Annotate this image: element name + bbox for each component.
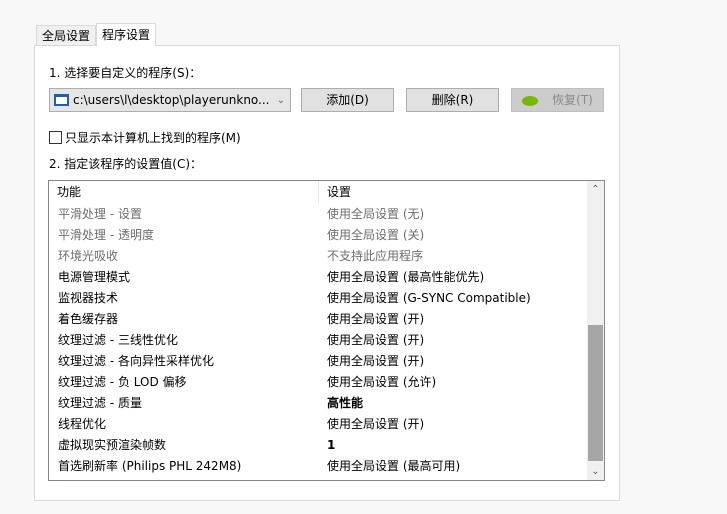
add-button[interactable]: 添加(D) xyxy=(301,88,394,112)
program-select-value: c:\users\l\desktop\playerunkno... xyxy=(73,93,270,107)
feature-cell: 平滑处理 - 设置 xyxy=(58,207,142,221)
setting-cell[interactable]: 使用全局设置 (开) xyxy=(319,351,424,372)
feature-cell: 首选刷新率 (Philips PHL 242M8) xyxy=(58,459,242,473)
setting-cell[interactable]: 使用全局设置 (开) xyxy=(319,414,424,435)
table-row[interactable]: 线程优化 使用全局设置 (开) xyxy=(49,414,604,435)
settings-table: 功能 设置 平滑处理 - 设置 使用全局设置 (无) 平滑处理 - 透明度 使用全局设… xyxy=(48,180,605,481)
vertical-scrollbar[interactable]: ⌃ ⌄ xyxy=(587,181,604,480)
table-row[interactable]: 纹理过滤 - 负 LOD 偏移 使用全局设置 (允许) xyxy=(49,372,604,393)
table-header: 功能 设置 xyxy=(49,181,604,204)
restore-button-label: 恢复(T) xyxy=(552,93,593,107)
table-row[interactable]: 监视器技术 使用全局设置 (G-SYNC Compatible) xyxy=(49,288,604,309)
table-body: 平滑处理 - 设置 使用全局设置 (无) 平滑处理 - 透明度 使用全局设置 (关) 环… xyxy=(49,204,604,477)
setting-cell[interactable]: 使用全局设置 (无) xyxy=(319,204,424,225)
setting-cell[interactable]: 使用全局设置 (最高可用) xyxy=(319,456,460,477)
feature-cell: 平滑处理 - 透明度 xyxy=(58,228,154,242)
feature-cell: 着色缓存器 xyxy=(58,312,119,326)
step2-label: 2. 指定该程序的设置值(C)： xyxy=(49,157,203,171)
remove-button[interactable]: 删除(R) xyxy=(406,88,499,112)
nvidia-icon xyxy=(522,95,539,106)
program-settings-panel: 1. 选择要自定义的程序(S)： c:\users\l\desktop\play… xyxy=(34,45,620,501)
column-header-feature[interactable]: 功能 xyxy=(49,181,319,203)
feature-cell: 电源管理模式 xyxy=(58,270,131,284)
tab-program-settings[interactable]: 程序设置 xyxy=(96,23,157,46)
scroll-up-icon[interactable]: ⌃ xyxy=(587,181,604,198)
feature-cell: 监视器技术 xyxy=(58,291,119,305)
setting-cell[interactable]: 不支持此应用程序 xyxy=(319,246,423,267)
table-row[interactable]: 纹理过滤 - 质量 高性能 xyxy=(49,393,604,414)
feature-cell: 纹理过滤 - 三线性优化 xyxy=(58,333,178,347)
feature-cell: 纹理过滤 - 负 LOD 偏移 xyxy=(58,375,187,389)
table-row[interactable]: 着色缓存器 使用全局设置 (开) xyxy=(49,309,604,330)
setting-cell[interactable]: 使用全局设置 (关) xyxy=(319,225,424,246)
restore-button[interactable]: 恢复(T) xyxy=(511,88,604,112)
scroll-down-icon[interactable]: ⌄ xyxy=(587,463,604,480)
tab-bar: 全局设置 程序设置 xyxy=(36,23,157,46)
feature-cell: 纹理过滤 - 质量 xyxy=(58,396,142,410)
chevron-down-icon: ⌄ xyxy=(276,94,286,106)
table-row[interactable]: 纹理过滤 - 各向异性采样优化 使用全局设置 (开) xyxy=(49,351,604,372)
setting-cell[interactable]: 使用全局设置 (允许) xyxy=(319,372,436,393)
feature-cell: 纹理过滤 - 各向异性采样优化 xyxy=(58,354,214,368)
window-icon xyxy=(54,94,69,106)
setting-cell[interactable]: 使用全局设置 (开) xyxy=(319,309,424,330)
setting-cell[interactable]: 使用全局设置 (开) xyxy=(319,330,424,351)
table-row[interactable]: 虚拟现实预渲染帧数 1 xyxy=(49,435,604,456)
table-row[interactable]: 环境光吸收 不支持此应用程序 xyxy=(49,246,604,267)
table-row[interactable]: 平滑处理 - 设置 使用全局设置 (无) xyxy=(49,204,604,225)
setting-cell[interactable]: 高性能 xyxy=(319,393,363,414)
feature-cell: 线程优化 xyxy=(58,417,107,431)
scrollbar-thumb[interactable] xyxy=(588,325,603,461)
setting-cell[interactable]: 使用全局设置 (最高性能优先) xyxy=(319,267,484,288)
feature-cell: 虚拟现实预渲染帧数 xyxy=(58,438,167,452)
checkbox-label: 只显示本计算机上找到的程序(M) xyxy=(65,131,241,145)
table-row[interactable]: 纹理过滤 - 三线性优化 使用全局设置 (开) xyxy=(49,330,604,351)
program-select[interactable]: c:\users\l\desktop\playerunkno... ⌄ xyxy=(49,88,291,112)
show-local-programs-checkbox[interactable]: 只显示本计算机上找到的程序(M) xyxy=(49,129,241,146)
checkbox-box[interactable] xyxy=(49,131,62,144)
tab-global-settings[interactable]: 全局设置 xyxy=(36,25,97,46)
setting-cell[interactable]: 1 xyxy=(319,435,335,456)
table-row[interactable]: 平滑处理 - 透明度 使用全局设置 (关) xyxy=(49,225,604,246)
step1-label: 1. 选择要自定义的程序(S)： xyxy=(49,66,202,80)
setting-cell[interactable]: 使用全局设置 (G-SYNC Compatible) xyxy=(319,288,531,309)
table-row[interactable]: 首选刷新率 (Philips PHL 242M8) 使用全局设置 (最高可用) xyxy=(49,456,604,477)
feature-cell: 环境光吸收 xyxy=(58,249,119,263)
table-row[interactable]: 电源管理模式 使用全局设置 (最高性能优先) xyxy=(49,267,604,288)
column-header-setting[interactable]: 设置 xyxy=(319,181,351,203)
